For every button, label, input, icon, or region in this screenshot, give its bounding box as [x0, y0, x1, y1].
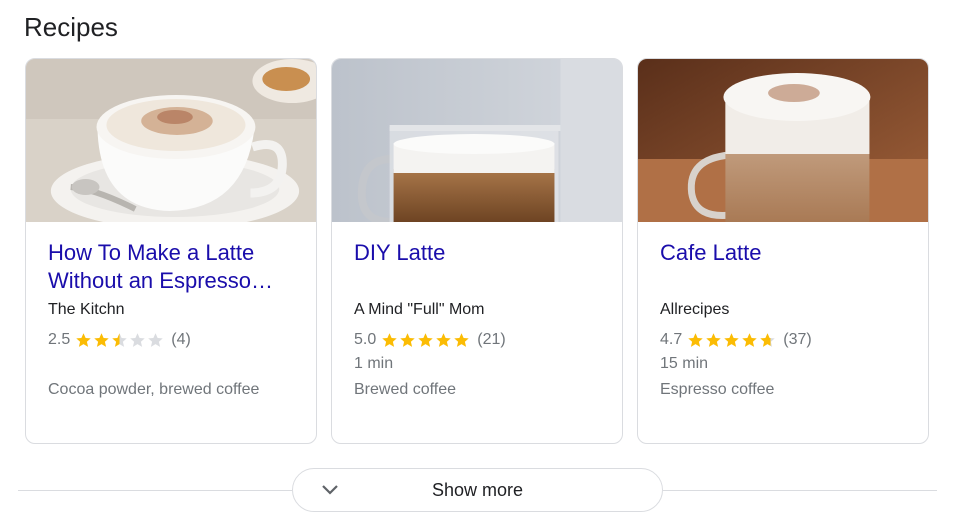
rating-value: 5.0: [354, 331, 377, 348]
star-icon: [760, 332, 775, 347]
star-icon: [688, 332, 703, 347]
star-icon: [400, 332, 415, 347]
recipe-source: Allrecipes: [660, 301, 730, 318]
star-icon: [148, 332, 163, 347]
recipe-title[interactable]: Cafe Latte: [660, 239, 910, 267]
show-more-label: Show more: [431, 480, 524, 500]
recipe-source: The Kitchn: [48, 301, 125, 318]
rating-row: 2.5 (4): [48, 331, 191, 349]
ingredients: Espresso coffee: [660, 381, 775, 398]
star-rating: [75, 332, 165, 349]
recipe-title[interactable]: How To Make a Latte Without an Espresso…: [48, 239, 298, 295]
ingredients: Cocoa powder, brewed coffee: [48, 381, 260, 398]
star-rating: [687, 332, 777, 349]
divider: [18, 490, 292, 491]
star-icon: [724, 332, 739, 347]
section-title: Recipes: [24, 12, 118, 42]
recipe-title[interactable]: DIY Latte: [354, 239, 604, 267]
show-more-button[interactable]: Show more: [292, 468, 663, 512]
recipe-image[interactable]: [332, 59, 622, 222]
star-icon: [418, 332, 433, 347]
star-icon: [454, 332, 469, 347]
star-icon: [130, 332, 145, 347]
divider: [663, 490, 937, 491]
recipe-card[interactable]: Cafe Latte Allrecipes 4.7 (37) 15 min Es…: [637, 58, 929, 444]
cook-time: 15 min: [660, 355, 709, 372]
recipe-image[interactable]: [638, 59, 928, 222]
star-icon: [94, 332, 109, 347]
star-icon: [742, 332, 757, 347]
cook-time: 1 min: [354, 355, 394, 372]
ingredients: Brewed coffee: [354, 381, 456, 398]
star-icon: [436, 332, 451, 347]
rating-row: 4.7 (37): [660, 331, 812, 349]
rating-value: 4.7: [660, 331, 683, 348]
star-icon: [382, 332, 397, 347]
review-count: (21): [477, 331, 506, 348]
recipe-image[interactable]: [26, 59, 316, 222]
recipe-card[interactable]: How To Make a Latte Without an Espresso……: [25, 58, 317, 444]
star-rating: [381, 332, 471, 349]
star-icon: [76, 332, 91, 347]
recipe-card[interactable]: DIY Latte A Mind "Full" Mom 5.0 (21) 1 m…: [331, 58, 623, 444]
review-count: (37): [783, 331, 812, 348]
rating-value: 2.5: [48, 331, 71, 348]
star-icon: [112, 332, 127, 347]
star-icon: [706, 332, 721, 347]
review-count: (4): [171, 331, 191, 348]
rating-row: 5.0 (21): [354, 331, 506, 349]
recipe-source: A Mind "Full" Mom: [354, 301, 485, 318]
